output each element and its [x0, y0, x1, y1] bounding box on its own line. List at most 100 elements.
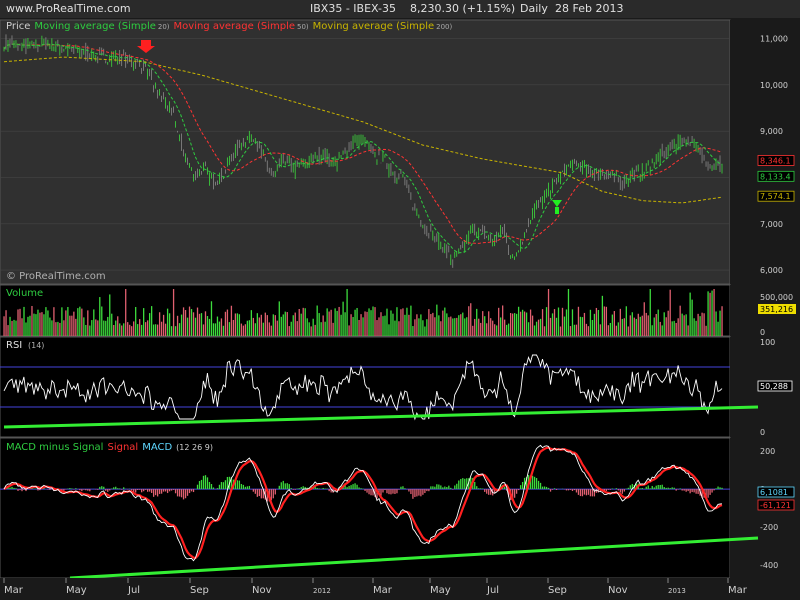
macd-histogram-bar [547, 487, 550, 490]
volume-bar [154, 324, 157, 336]
macd-value-tag-text: 6,1081 [760, 488, 788, 497]
volume-bar [599, 324, 602, 336]
volume-bar [372, 306, 374, 336]
volume-bar [135, 306, 137, 336]
macd-y-tick: 200 [760, 447, 775, 456]
volume-bar [41, 312, 43, 336]
volume-bar [268, 322, 270, 336]
volume-bar [69, 315, 71, 336]
macd-histogram-bar [71, 488, 73, 490]
volume-bar [332, 322, 334, 336]
macd-histogram-bar [180, 489, 183, 498]
volume-bar [689, 292, 691, 336]
volume-bar [164, 323, 167, 336]
macd-histogram-bar [424, 489, 426, 494]
macd-histogram-bar [260, 489, 262, 499]
macd-histogram-bar [697, 489, 699, 494]
volume-bar [294, 312, 296, 336]
volume-bar [519, 311, 522, 336]
volume-bar [571, 309, 574, 336]
legend-param-1: 20) [158, 23, 170, 31]
volume-bar [468, 306, 470, 336]
volume-bar [575, 324, 578, 336]
price-y-tick: 10,000 [760, 81, 788, 90]
volume-bar [79, 306, 81, 336]
volume-bar [537, 319, 540, 336]
macd-histogram-bar [109, 489, 111, 491]
volume-bar [581, 317, 584, 336]
macd-histogram-bar [454, 485, 456, 490]
volume-bar [392, 313, 394, 336]
volume-bar [583, 312, 586, 336]
volume-bar [316, 305, 318, 336]
macd-histogram-bar [531, 475, 534, 490]
volume-bar [693, 318, 695, 336]
volume-bar [609, 322, 612, 336]
volume-bar [398, 321, 400, 336]
volume-bar [717, 321, 719, 336]
volume-bar [348, 325, 350, 336]
volume-bar [414, 319, 416, 336]
volume-bar [597, 310, 600, 336]
macd-histogram-bar [21, 489, 23, 492]
volume-bar [3, 316, 5, 336]
volume-bar [224, 311, 227, 336]
macd-histogram-bar [619, 489, 621, 493]
volume-bar [298, 308, 300, 336]
volume-bar [73, 311, 75, 336]
volume-bar [176, 315, 179, 336]
macd-histogram-bar [158, 489, 161, 494]
volume-bar [308, 322, 310, 336]
volume-bar [119, 323, 121, 336]
macd-histogram-bar [75, 488, 77, 490]
macd-histogram-bar [240, 483, 243, 490]
volume-bar [551, 313, 554, 336]
volume-bar [591, 319, 594, 336]
volume-bar [350, 314, 352, 336]
volume-bar [318, 313, 320, 336]
volume-bar [336, 310, 338, 336]
macd-histogram-bar [105, 489, 107, 491]
stock-chart[interactable]: www.ProRealTime.com IBX35 - IBEX-35 8,23… [0, 0, 800, 600]
volume-bar [675, 322, 677, 336]
macd-histogram-bar [200, 479, 203, 490]
macd-histogram-bar [147, 489, 149, 492]
macd-histogram-bar [585, 489, 588, 496]
volume-bar [244, 324, 247, 336]
volume-bar [264, 312, 266, 336]
macd-histogram-bar [515, 489, 518, 494]
volume-bar [210, 301, 213, 336]
volume-bar [665, 317, 667, 336]
macd-histogram-bar [246, 486, 249, 490]
macd-histogram-bar [354, 483, 356, 490]
volume-bar [230, 305, 233, 336]
volume-bar [23, 306, 25, 336]
macd-histogram-bar [346, 487, 348, 490]
x-axis-label: Nov [608, 585, 628, 596]
macd-histogram-bar [440, 485, 442, 490]
volume-bar [396, 307, 398, 336]
volume-bar [707, 291, 709, 336]
volume-bar [296, 321, 298, 336]
macd-histogram-bar [154, 489, 157, 496]
volume-bar [87, 310, 89, 336]
volume-bar [43, 314, 45, 336]
volume-y-tick: 0 [760, 328, 765, 337]
macd-legend-1: Signal [107, 442, 138, 453]
volume-bar [256, 313, 258, 336]
volume-bar [430, 314, 432, 336]
volume-bar [633, 317, 635, 336]
macd-histogram-bar [627, 487, 629, 490]
macd-histogram-bar [37, 489, 39, 491]
volume-bar [555, 317, 558, 336]
macd-histogram-bar [121, 489, 123, 490]
volume-bar [188, 306, 191, 336]
volume-bar [190, 309, 193, 336]
volume-bar [601, 295, 604, 336]
volume-bar [7, 325, 9, 336]
volume-bar [95, 319, 97, 336]
volume-bar [148, 313, 151, 336]
macd-histogram-bar [504, 486, 506, 490]
macd-histogram-bar [675, 489, 677, 491]
macd-histogram-bar [555, 489, 558, 490]
